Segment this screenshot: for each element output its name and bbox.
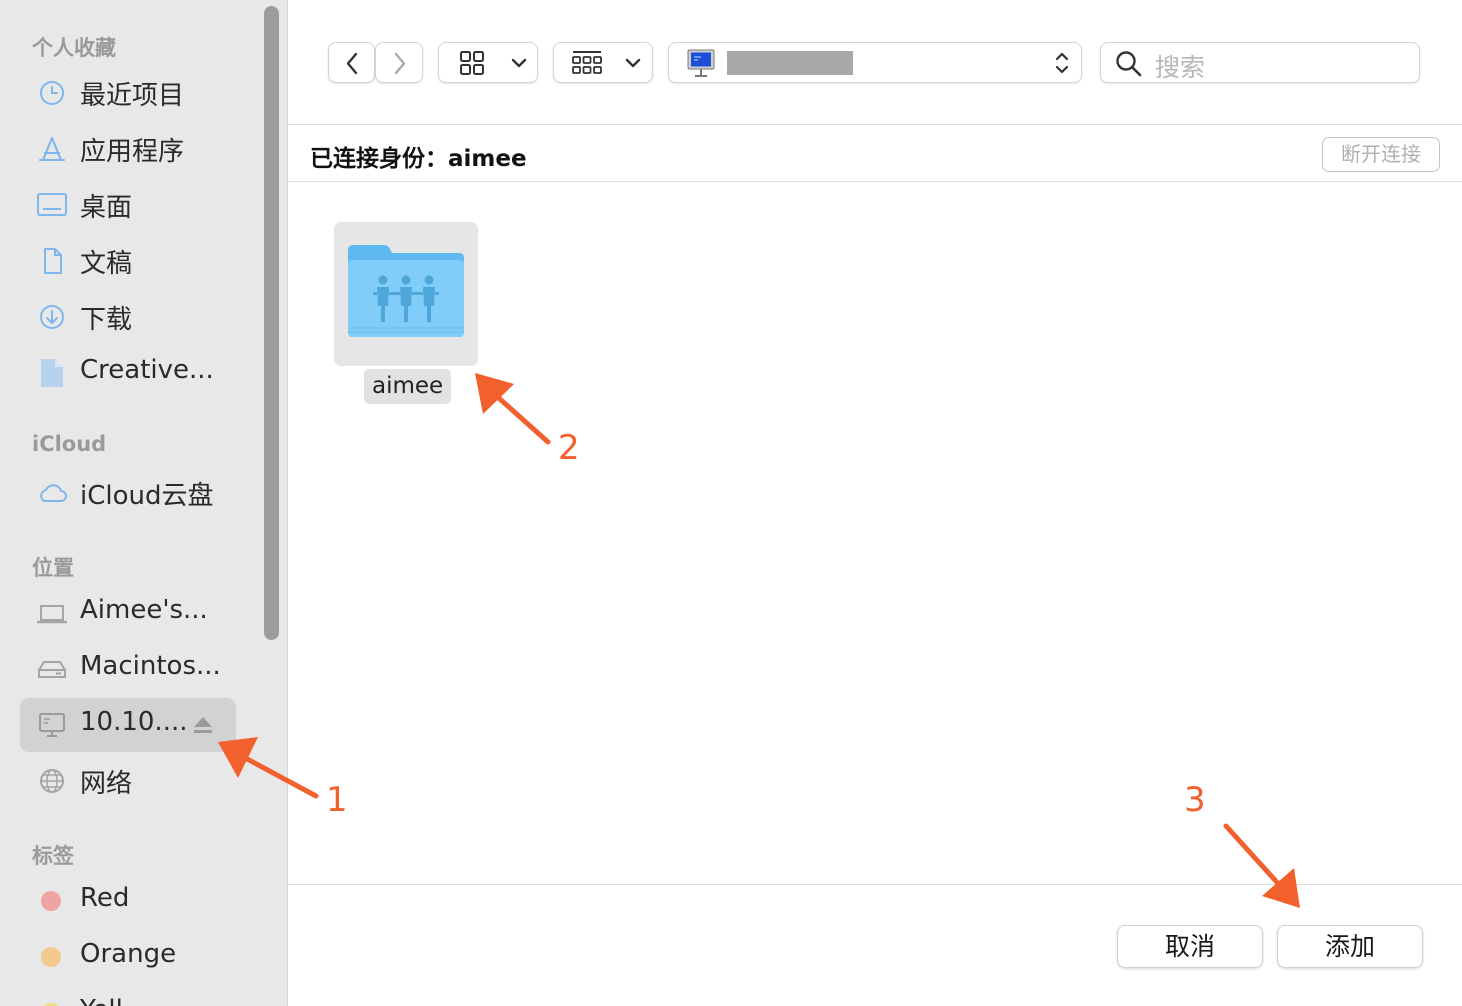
add-button[interactable]: 添加	[1277, 925, 1423, 968]
eject-icon[interactable]	[192, 715, 214, 735]
group-grid-icon	[572, 51, 641, 74]
sidebar-item-documents[interactable]: 文稿	[20, 234, 236, 288]
sidebar-heading-tags: 标签	[32, 844, 74, 868]
sidebar-item-creative[interactable]: Creative...	[20, 346, 236, 400]
sidebar-item-recents[interactable]: 最近项目	[20, 66, 236, 120]
file-icon	[36, 359, 68, 387]
sidebar-tag-orange[interactable]: Orange	[20, 930, 236, 984]
sidebar-heading-locations: 位置	[32, 556, 74, 580]
hard-drive-icon	[36, 655, 68, 683]
sidebar-item-label: 下载	[80, 305, 133, 335]
sidebar: 个人收藏 最近项目 应用程序 桌面 文稿 下载 Creative... iClo…	[0, 0, 288, 1006]
server-icon	[687, 49, 715, 77]
sidebar-item-label: Macintos...	[80, 651, 221, 681]
icon-grid-icon	[460, 51, 527, 75]
annotation-step-1: 1	[326, 780, 348, 820]
server-icon	[36, 711, 68, 739]
sidebar-item-applications[interactable]: 应用程序	[20, 122, 236, 176]
toolbar: 搜索	[288, 0, 1462, 124]
document-icon	[36, 247, 68, 275]
sidebar-item-label: 文稿	[80, 249, 133, 279]
back-button[interactable]	[328, 42, 375, 83]
laptop-icon	[36, 599, 68, 627]
sidebar-item-laptop[interactable]: Aimee's...	[20, 586, 236, 640]
download-icon	[36, 303, 68, 331]
clock-icon	[36, 79, 68, 107]
file-browser: aimee	[288, 182, 1462, 884]
chevron-left-icon	[346, 52, 358, 75]
chevron-updown-icon	[1055, 52, 1069, 74]
sidebar-heading-favorites: 个人收藏	[32, 36, 116, 60]
group-by-button[interactable]	[553, 42, 653, 83]
desktop-icon	[36, 191, 68, 219]
path-name-redacted	[727, 51, 853, 75]
tag-color-dot	[41, 891, 61, 911]
tag-color-dot	[41, 947, 61, 967]
sidebar-item-network[interactable]: 网络	[20, 754, 236, 808]
sidebar-item-label: iCloud云盘	[80, 481, 214, 511]
sidebar-item-label: 最近项目	[80, 81, 185, 111]
forward-button[interactable]	[375, 42, 423, 83]
sidebar-item-macintosh-hd[interactable]: Macintos...	[20, 642, 236, 696]
shared-folder-icon	[348, 245, 464, 337]
dialog-footer: 取消 添加	[288, 884, 1462, 1006]
sidebar-item-label: 应用程序	[80, 137, 185, 167]
sidebar-item-label: 桌面	[80, 193, 133, 223]
search-field[interactable]: 搜索	[1100, 42, 1420, 83]
sidebar-scrollbar[interactable]	[264, 6, 279, 640]
cancel-button[interactable]: 取消	[1117, 925, 1263, 968]
sidebar-item-label: 网络	[80, 769, 133, 799]
sidebar-item-label: Yell	[80, 995, 123, 1006]
sidebar-item-label: Aimee's...	[80, 595, 208, 625]
sidebar-tag-red[interactable]: Red	[20, 874, 236, 928]
chevron-right-icon	[394, 52, 406, 75]
annotation-step-3: 3	[1184, 780, 1206, 820]
path-popup[interactable]	[668, 42, 1082, 83]
connected-as-label: 已连接身份：aimee	[310, 146, 527, 172]
sidebar-item-label: Creative...	[80, 355, 214, 385]
folder-item-label: aimee	[364, 369, 452, 404]
sidebar-item-label: Orange	[80, 939, 177, 969]
view-mode-button[interactable]	[438, 42, 538, 83]
annotation-step-2: 2	[558, 428, 580, 468]
sidebar-item-desktop[interactable]: 桌面	[20, 178, 236, 232]
folder-item-aimee[interactable]	[334, 222, 478, 366]
network-globe-icon	[36, 767, 68, 795]
sidebar-heading-icloud: iCloud	[32, 432, 107, 456]
cloud-icon	[36, 479, 68, 507]
disconnect-button[interactable]: 断开连接	[1322, 137, 1440, 172]
sidebar-item-downloads[interactable]: 下载	[20, 290, 236, 344]
applications-icon	[36, 135, 68, 163]
connection-bar: 已连接身份：aimee 断开连接	[288, 124, 1462, 182]
sidebar-item-icloud-drive[interactable]: iCloud云盘	[20, 466, 236, 520]
search-icon	[1116, 51, 1142, 77]
search-placeholder: 搜索	[1155, 53, 1206, 82]
sidebar-item-label: Red	[80, 883, 130, 913]
sidebar-item-server[interactable]: 10.10....	[20, 698, 236, 752]
sidebar-item-label: 10.10....	[80, 707, 188, 737]
sidebar-tag-yellow[interactable]: Yell	[20, 986, 236, 1006]
